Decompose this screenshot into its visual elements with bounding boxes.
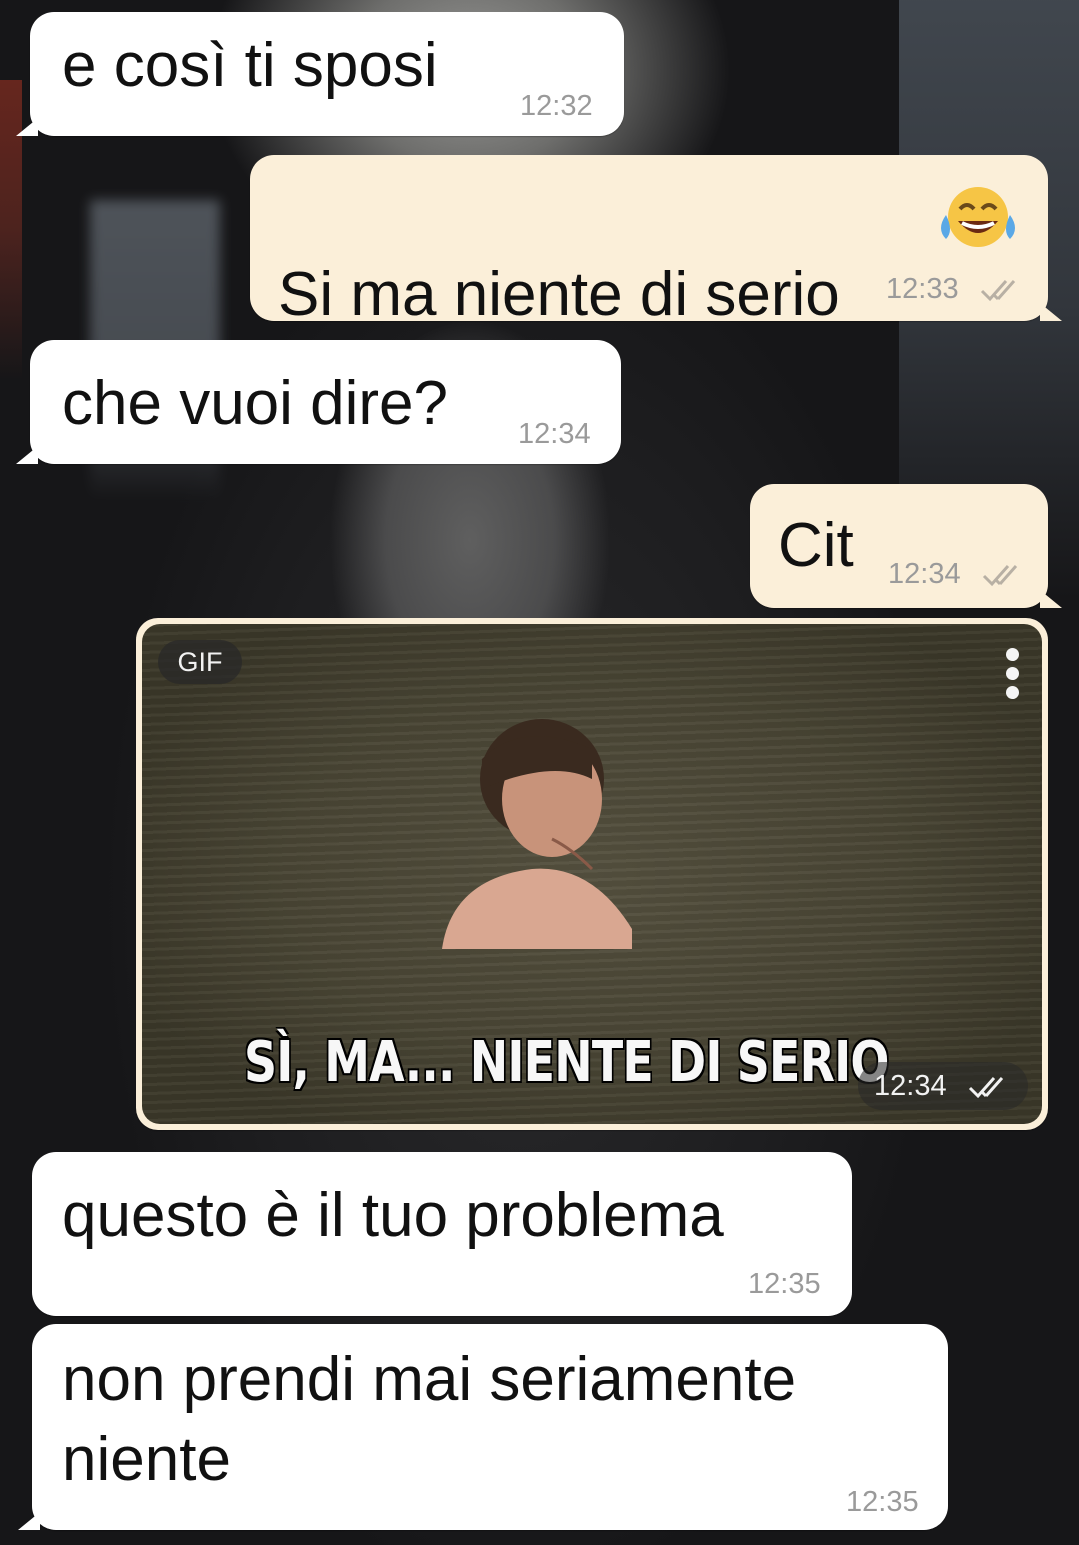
gif-message[interactable]: GIF SÌ, MA... NIENTE DI SERIO 12:34 bbox=[136, 618, 1048, 1130]
message-time: 12:34 bbox=[874, 1070, 947, 1102]
message-text-content: Si ma niente di serio bbox=[278, 260, 840, 329]
face-with-tears-of-joy-icon bbox=[941, 187, 1015, 247]
message-time: 12:34 bbox=[518, 418, 591, 450]
message-time: 12:35 bbox=[748, 1268, 821, 1300]
incoming-message[interactable]: che vuoi dire? 12:34 bbox=[16, 340, 621, 464]
gif-badge: GIF bbox=[158, 640, 242, 684]
message-text: Si ma niente di serio bbox=[278, 175, 840, 335]
message-text: questo è il tuo problema bbox=[62, 1181, 724, 1250]
message-time: 12:35 bbox=[846, 1486, 919, 1518]
message-text: non prendi mai seriamente niente bbox=[62, 1345, 797, 1494]
message-time: 12:32 bbox=[520, 90, 593, 122]
more-vertical-icon[interactable] bbox=[1002, 648, 1022, 704]
message-text: e così ti sposi bbox=[62, 31, 438, 100]
message-text: Cit bbox=[778, 511, 854, 580]
double-check-icon bbox=[982, 565, 1018, 587]
gif-time-pill: 12:34 bbox=[858, 1062, 1028, 1110]
double-check-icon bbox=[980, 280, 1016, 302]
outgoing-message[interactable]: Cit 12:34 bbox=[750, 484, 1062, 608]
outgoing-message[interactable]: Si ma niente di serio 12:33 bbox=[250, 155, 1062, 329]
incoming-message[interactable]: non prendi mai seriamente niente 12:35 bbox=[18, 1324, 948, 1530]
incoming-message[interactable]: e così ti sposi 12:32 bbox=[16, 12, 624, 136]
message-time: 12:33 bbox=[886, 273, 959, 305]
message-text: che vuoi dire? bbox=[62, 369, 449, 438]
message-time: 12:34 bbox=[888, 558, 961, 590]
gif-preview[interactable]: GIF SÌ, MA... NIENTE DI SERIO 12:34 bbox=[142, 624, 1042, 1124]
gif-scene-person bbox=[442, 719, 632, 949]
incoming-message[interactable]: questo è il tuo problema 12:35 bbox=[32, 1152, 852, 1316]
double-check-icon bbox=[968, 1077, 1004, 1099]
gif-caption: SÌ, MA... NIENTE DI SERIO bbox=[244, 1030, 889, 1095]
